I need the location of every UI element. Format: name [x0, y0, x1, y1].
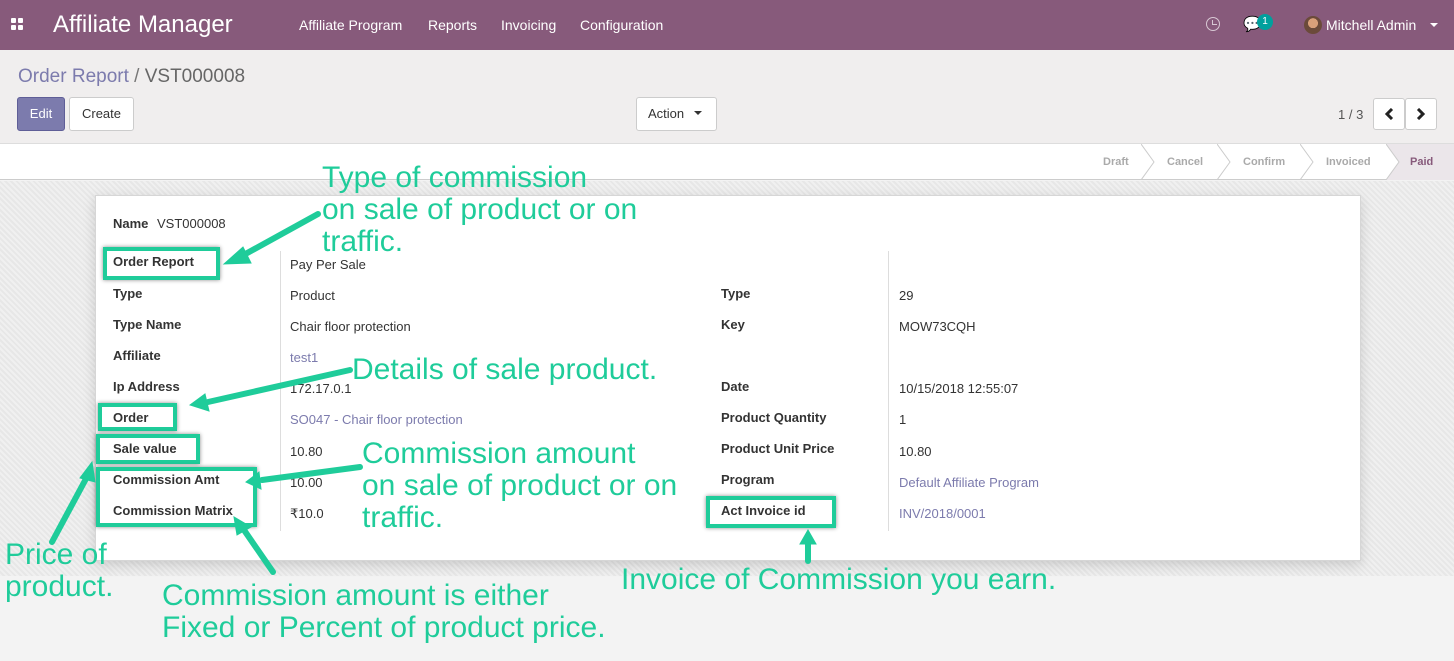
annotation-details-sale: Details of sale product.	[352, 353, 658, 386]
annotation-commission-either: Commission amount is either Fixed or Per…	[162, 579, 606, 644]
annotation-commission-amount: Commission amount on sale of product or …	[362, 437, 678, 534]
annotation-arrows	[49, 211, 817, 575]
annotation-price-product: Price of product.	[5, 538, 114, 603]
annotation-type-commission: Type of commission on sale of product or…	[322, 161, 638, 258]
annotation-invoice: Invoice of Commission you earn.	[621, 563, 1057, 596]
